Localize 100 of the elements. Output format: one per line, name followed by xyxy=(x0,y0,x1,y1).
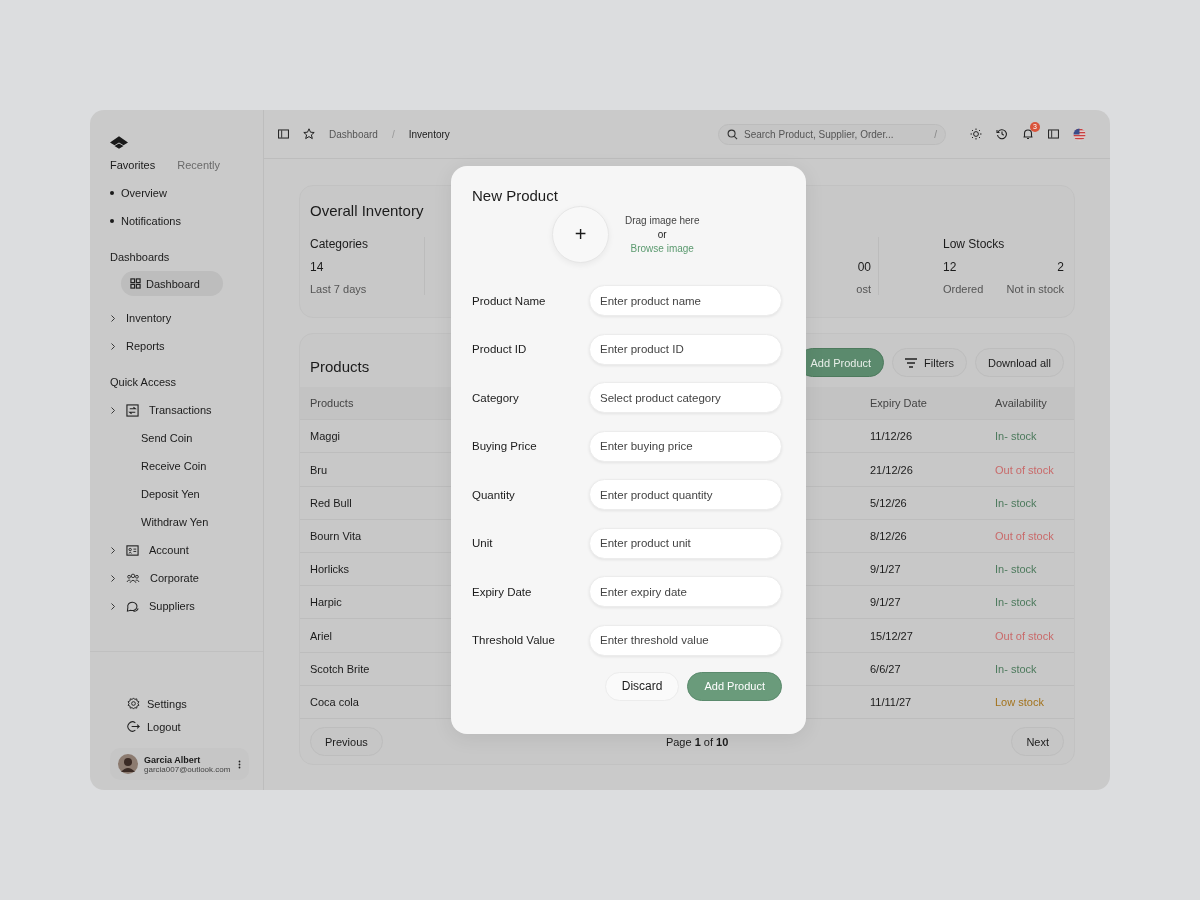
availability-status: Out of stock xyxy=(995,463,1055,476)
history-icon[interactable] xyxy=(996,128,1008,140)
chevron-right-icon[interactable] xyxy=(110,601,116,611)
transfer-icon xyxy=(126,403,139,417)
input-field[interactable]: Enter buying price xyxy=(589,430,782,462)
stat-label: Not in stock xyxy=(1006,283,1064,295)
input-field[interactable]: Enter expiry date xyxy=(589,576,782,607)
table-cell-text: Coca cola xyxy=(310,695,360,708)
stat-value: 12 xyxy=(943,260,957,274)
sun-icon[interactable] xyxy=(970,128,982,140)
input-field[interactable]: Enter product name xyxy=(589,285,782,316)
availability-status: Out of stock xyxy=(995,529,1055,542)
breadcrumb-link[interactable]: Dashboard xyxy=(329,128,378,140)
action-button[interactable]: Download all xyxy=(975,348,1064,377)
input-field[interactable]: Enter product quantity xyxy=(589,479,782,510)
filters-button[interactable]: Filters xyxy=(892,348,967,377)
page-indicator: Page 1 of 10 xyxy=(665,735,729,748)
availability-status: In- stock xyxy=(995,430,1038,443)
bell-icon[interactable] xyxy=(1022,128,1034,140)
card-title: Products xyxy=(310,358,370,375)
chevron-right-icon[interactable] xyxy=(110,573,116,583)
input-field[interactable]: Enter product ID xyxy=(589,333,782,365)
people-icon xyxy=(126,571,140,585)
sidebar-item[interactable]: Notifications xyxy=(121,215,181,227)
availability-status: Out of stock xyxy=(995,629,1055,642)
sidebar-subitem[interactable]: Receive Coin xyxy=(110,452,263,480)
availability-status: In- stock xyxy=(995,496,1038,509)
column-header: Availability xyxy=(995,397,1048,410)
breadcrumb-separator: / xyxy=(391,128,395,140)
table-cell-text: 8/12/26 xyxy=(870,529,908,542)
bullet-icon xyxy=(110,219,114,223)
table-cell-text: Red Bull xyxy=(310,496,353,509)
sidebar-item[interactable]: Dashboard xyxy=(121,271,223,296)
column-header: Expiry Date xyxy=(870,397,928,410)
section-heading: Quick Access xyxy=(110,376,178,388)
sidebar-item[interactable]: Reports xyxy=(126,340,165,352)
discard-button[interactable]: Discard xyxy=(604,671,680,701)
more-icon[interactable] xyxy=(238,758,241,770)
user-card[interactable]: Garcia Albert garcia007@outlook.com xyxy=(110,748,249,780)
table-cell-text: Harpic xyxy=(310,596,343,609)
avatar xyxy=(118,754,138,774)
stat-heading: Low Stocks xyxy=(943,237,1006,251)
panel-icon[interactable] xyxy=(1048,129,1059,139)
field-label: Threshold Value xyxy=(472,634,556,646)
field-label: Unit xyxy=(472,537,494,549)
grid-icon xyxy=(130,278,141,289)
sidebar-item[interactable]: Overview xyxy=(121,187,167,199)
upload-image-button[interactable]: + xyxy=(552,206,609,263)
stat-label: Last 7 days xyxy=(310,283,367,295)
field-label: Quantity xyxy=(472,488,516,501)
input-field[interactable]: Select product category xyxy=(589,382,782,413)
flag-icon[interactable] xyxy=(1073,127,1086,141)
table-cell-text: 9/1/27 xyxy=(870,563,902,576)
table-cell-text: Bourn Vita xyxy=(310,529,363,542)
sidebar-item[interactable]: Inventory xyxy=(126,312,172,324)
table-cell-text: 5/12/26 xyxy=(870,496,908,509)
sidebar-item[interactable]: Account xyxy=(149,544,189,556)
sidebar-subitem[interactable]: Send Coin xyxy=(110,424,263,452)
table-cell-text: Bru xyxy=(310,463,329,476)
column-header: Products xyxy=(310,397,355,410)
table-cell-text: Maggi xyxy=(310,430,341,443)
input-field[interactable]: Enter threshold value xyxy=(589,624,782,656)
previous-button[interactable]: Previous xyxy=(310,727,383,757)
sidebar-tab[interactable]: Favorites xyxy=(110,159,156,171)
table-cell-text: 11/11/27 xyxy=(870,695,913,708)
user-name: Garcia Albert xyxy=(144,754,202,765)
table-cell-text: 9/1/27 xyxy=(870,596,902,609)
bullet-icon xyxy=(110,191,114,195)
filter-icon xyxy=(905,357,918,368)
chevron-right-icon[interactable] xyxy=(110,545,116,555)
upload-hint: Drag image here xyxy=(625,215,700,226)
sidebar-item[interactable]: Transactions xyxy=(149,404,212,416)
logout-icon xyxy=(127,720,140,733)
table-cell-text: 11/12/26 xyxy=(870,430,913,443)
sidebar-item[interactable]: Logout xyxy=(147,720,181,733)
breadcrumb-link[interactable]: Inventory xyxy=(408,128,450,140)
input-field[interactable]: Enter product unit xyxy=(589,527,782,559)
availability-status: In- stock xyxy=(995,563,1038,576)
sidebar-item[interactable]: Suppliers xyxy=(149,600,195,612)
sidebar-subitem[interactable]: Withdraw Yen xyxy=(110,508,263,536)
field-label: Category xyxy=(472,391,520,404)
stat-value: 00 xyxy=(857,260,871,274)
star-icon[interactable] xyxy=(303,128,315,140)
sidebar-subitem[interactable]: Deposit Yen xyxy=(110,480,263,508)
table-cell-text: Horlicks xyxy=(310,563,351,576)
stat-heading: Categories xyxy=(310,237,370,251)
chevron-right-icon[interactable] xyxy=(110,341,116,351)
chevron-right-icon[interactable] xyxy=(110,405,116,415)
stat-label: Ordered xyxy=(943,283,984,295)
field-label: Expiry Date xyxy=(472,585,533,598)
search-field[interactable]: Search Product, Supplier, Order... / xyxy=(718,123,946,145)
upload-hint: or xyxy=(657,229,667,240)
sidebar-item[interactable]: Corporate xyxy=(150,572,199,584)
sidebar-item[interactable]: Settings xyxy=(147,697,187,710)
section-heading: Dashboards xyxy=(110,251,171,263)
stat-value: 2 xyxy=(1057,260,1064,274)
sidebar-toggle-icon[interactable] xyxy=(278,129,289,139)
stat-value: 14 xyxy=(310,260,324,274)
chevron-right-icon[interactable] xyxy=(110,313,116,323)
next-button[interactable]: Next xyxy=(1011,727,1064,757)
